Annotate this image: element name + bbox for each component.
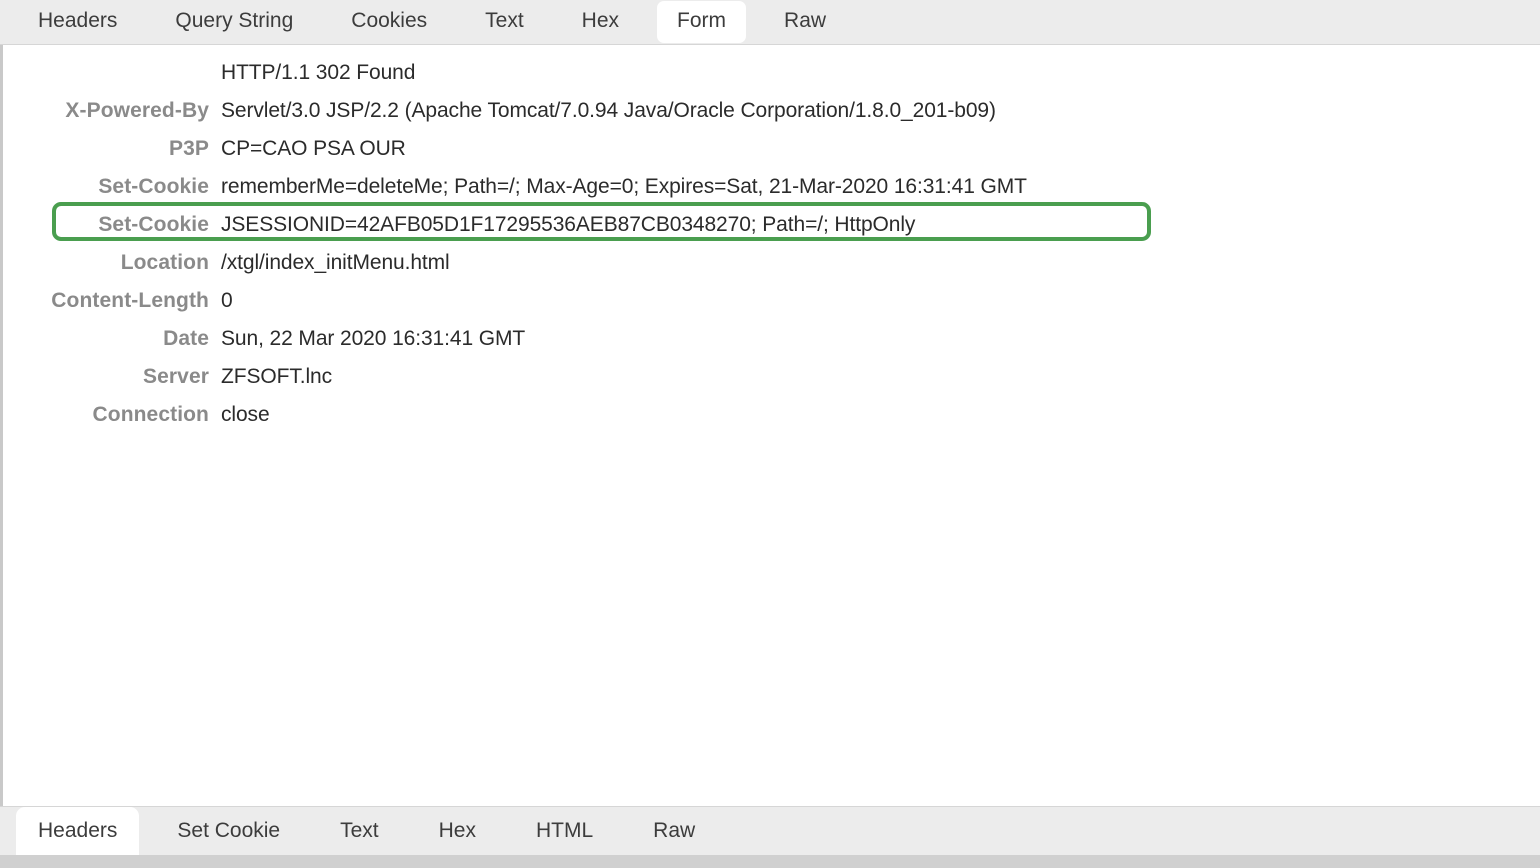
tab-hex-bottom[interactable]: Hex: [417, 807, 498, 858]
tab-text-top[interactable]: Text: [465, 1, 544, 42]
response-view-tabbar-bottom: Headers Set Cookie Text Hex HTML Raw: [0, 806, 1540, 859]
tab-query-string[interactable]: Query String: [155, 1, 313, 42]
header-value: /xtgl/index_initMenu.html: [221, 251, 450, 274]
table-row[interactable]: Server ZFSOFT.lnc: [3, 358, 1540, 396]
header-value: ZFSOFT.lnc: [221, 365, 333, 388]
tab-form[interactable]: Form: [657, 1, 747, 43]
table-row-highlighted[interactable]: Set-Cookie JSESSIONID=42AFB05D1F17295536…: [3, 206, 1540, 244]
header-name: Set-Cookie: [98, 213, 209, 236]
tab-html[interactable]: HTML: [514, 807, 615, 858]
tab-text-bottom[interactable]: Text: [318, 807, 401, 858]
table-row[interactable]: HTTP/1.1 302 Found: [3, 54, 1540, 92]
table-row[interactable]: Connection close: [3, 396, 1540, 434]
header-value: CP=CAO PSA OUR: [221, 137, 406, 160]
header-name: Location: [120, 251, 209, 274]
tab-hex-top[interactable]: Hex: [562, 1, 639, 42]
table-row[interactable]: Content-Length 0: [3, 282, 1540, 320]
table-row[interactable]: Date Sun, 22 Mar 2020 16:31:41 GMT: [3, 320, 1540, 358]
table-row[interactable]: Set-Cookie rememberMe=deleteMe; Path=/; …: [3, 168, 1540, 206]
tab-set-cookie[interactable]: Set Cookie: [155, 807, 302, 858]
header-name: X-Powered-By: [65, 99, 209, 122]
tab-raw-bottom[interactable]: Raw: [631, 807, 717, 858]
header-name: Server: [143, 365, 209, 388]
tab-cookies[interactable]: Cookies: [331, 1, 447, 42]
response-headers-panel: HTTP/1.1 302 Found X-Powered-By Servlet/…: [3, 45, 1540, 806]
table-row[interactable]: Location /xtgl/index_initMenu.html: [3, 244, 1540, 282]
table-row[interactable]: X-Powered-By Servlet/3.0 JSP/2.2 (Apache…: [3, 92, 1540, 130]
response-format-tabbar-top: Headers Query String Cookies Text Hex Fo…: [0, 0, 1540, 45]
header-row-list: HTTP/1.1 302 Found X-Powered-By Servlet/…: [3, 54, 1540, 434]
header-name: Set-Cookie: [98, 175, 209, 198]
header-value: Servlet/3.0 JSP/2.2 (Apache Tomcat/7.0.9…: [221, 99, 996, 122]
header-value: Sun, 22 Mar 2020 16:31:41 GMT: [221, 327, 526, 350]
header-value: rememberMe=deleteMe; Path=/; Max-Age=0; …: [221, 175, 1027, 198]
table-row[interactable]: P3P CP=CAO PSA OUR: [3, 130, 1540, 168]
window-bottom-strip: [0, 855, 1540, 868]
header-name: Content-Length: [51, 289, 209, 312]
header-name: P3P: [169, 137, 209, 160]
tab-raw-top[interactable]: Raw: [764, 1, 846, 42]
header-name: Date: [163, 327, 209, 350]
header-value: 0: [221, 289, 233, 312]
header-name: Connection: [92, 403, 209, 426]
tab-headers-top[interactable]: Headers: [18, 1, 137, 42]
tab-headers-bottom[interactable]: Headers: [16, 807, 140, 859]
header-value: HTTP/1.1 302 Found: [221, 61, 416, 84]
header-value: JSESSIONID=42AFB05D1F17295536AEB87CB0348…: [221, 213, 916, 236]
header-value: close: [221, 403, 270, 426]
